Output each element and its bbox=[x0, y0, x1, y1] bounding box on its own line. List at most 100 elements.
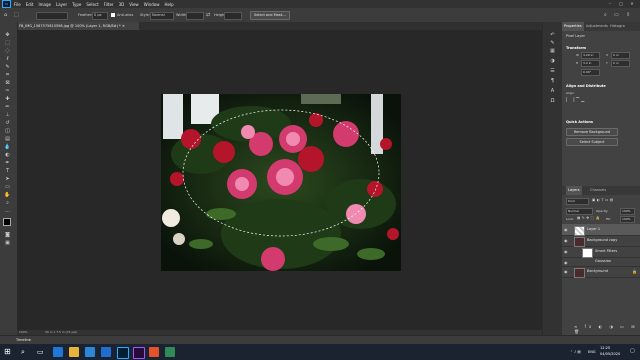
clock-date[interactable]: 04/05/2020 bbox=[600, 352, 620, 356]
type-tool-icon[interactable]: T bbox=[3, 168, 12, 174]
kind-filter[interactable]: Kind bbox=[566, 198, 589, 205]
align-buttons-icon[interactable]: ▏▕▔▁ bbox=[566, 97, 586, 102]
visibility-eye-icon[interactable]: ◉ bbox=[564, 260, 568, 265]
menu-view[interactable]: View bbox=[129, 2, 139, 7]
maximize-button[interactable]: □ bbox=[617, 1, 625, 7]
close-tab-icon[interactable]: ✕ bbox=[122, 24, 125, 28]
search-taskbar-icon[interactable]: ⌕ bbox=[21, 347, 25, 357]
store-icon[interactable] bbox=[85, 347, 95, 357]
hand-tool-icon[interactable]: ✋ bbox=[3, 192, 12, 198]
marquee-tool-icon[interactable]: ◌ bbox=[3, 48, 12, 54]
visibility-eye-icon[interactable]: ◉ bbox=[564, 249, 568, 254]
visibility-eye-icon[interactable]: ◉ bbox=[564, 238, 568, 243]
menu-image[interactable]: Image bbox=[38, 2, 51, 7]
menu-select[interactable]: Select bbox=[86, 2, 98, 7]
share-icon[interactable]: ⇪ bbox=[626, 12, 630, 18]
blend-mode-select[interactable]: Normal bbox=[566, 208, 593, 215]
select-subject-button[interactable]: Select Subject bbox=[566, 138, 618, 146]
quick-mask-icon[interactable]: ◙ bbox=[3, 232, 12, 238]
path-select-icon[interactable]: ➤ bbox=[3, 176, 12, 182]
quick-select-tool-icon[interactable]: ✎ bbox=[3, 64, 12, 70]
opacity-field[interactable]: 100% bbox=[620, 208, 635, 215]
zoom-tool-icon[interactable]: ⌕ bbox=[3, 200, 12, 206]
swatches-panel-icon[interactable]: ▦ bbox=[548, 48, 557, 54]
file-explorer-icon[interactable] bbox=[69, 347, 79, 357]
layer-row[interactable]: ◉ Background 🔒 bbox=[562, 266, 640, 278]
search-icon[interactable]: ⌕ bbox=[604, 12, 607, 18]
tray-icons[interactable]: ⌃ ♪ ▤ bbox=[570, 348, 581, 356]
marquee-tool-icon[interactable]: ⬚ bbox=[14, 12, 19, 18]
selection-mode-group[interactable] bbox=[36, 11, 68, 20]
eraser-tool-icon[interactable]: ◫ bbox=[3, 128, 12, 134]
layer-name[interactable]: Background copy bbox=[587, 235, 617, 246]
mail-icon[interactable] bbox=[101, 347, 111, 357]
close-window-button[interactable]: ✕ bbox=[628, 1, 636, 7]
paragraph-panel-icon[interactable]: ¶ bbox=[548, 78, 557, 84]
height-input[interactable] bbox=[224, 11, 242, 20]
layer-action-icons[interactable]: ∞ fx ◐ ◑ ▭ ⊞ 🗑 bbox=[574, 324, 640, 334]
move-tool-icon[interactable]: ✥ bbox=[3, 32, 12, 38]
notifications-icon[interactable]: ▢ bbox=[630, 348, 635, 354]
screen-mode-icon[interactable]: ▣ bbox=[3, 240, 12, 246]
more-tools-icon[interactable]: … bbox=[3, 208, 12, 214]
document-tab[interactable]: FB_IMG_1587575615598.jpg @ 100% (Layer 1… bbox=[17, 22, 139, 30]
menu-3d[interactable]: 3D bbox=[119, 2, 125, 7]
eyedropper-tool-icon[interactable]: ✑ bbox=[3, 88, 12, 94]
menu-help[interactable]: Help bbox=[164, 2, 173, 7]
app-taskbar-icon[interactable] bbox=[149, 347, 159, 357]
clone-stamp-icon[interactable]: ⊥ bbox=[3, 112, 12, 118]
timeline-tab[interactable]: Timeline bbox=[16, 337, 31, 344]
task-view-icon[interactable]: ▭ bbox=[37, 347, 44, 357]
menu-filter[interactable]: Filter bbox=[104, 2, 114, 7]
tab-histogram[interactable]: Histogra bbox=[610, 22, 625, 31]
x-field[interactable]: 0 in bbox=[611, 52, 630, 59]
premiere-taskbar-icon[interactable] bbox=[133, 347, 145, 359]
history-panel-icon[interactable]: ↶ bbox=[548, 32, 557, 38]
menu-file[interactable]: File bbox=[14, 2, 21, 7]
brush-panel-icon[interactable]: ✎ bbox=[548, 40, 557, 46]
angle-field[interactable]: 0.00° bbox=[581, 69, 600, 76]
height-field[interactable]: 3.0 in bbox=[581, 60, 600, 67]
blur-tool-icon[interactable]: 💧 bbox=[3, 144, 12, 150]
edge-icon[interactable] bbox=[53, 347, 63, 357]
app2-taskbar-icon[interactable] bbox=[165, 347, 175, 357]
menu-edit[interactable]: Edit bbox=[26, 2, 34, 7]
workspace-icon[interactable]: ▭ bbox=[614, 12, 619, 18]
lasso-tool-icon[interactable]: ℓ bbox=[3, 56, 12, 62]
antialias-checkbox[interactable] bbox=[111, 12, 115, 17]
libraries-panel-icon[interactable]: ☰ bbox=[548, 68, 557, 74]
gradient-tool-icon[interactable]: ▤ bbox=[3, 136, 12, 142]
language-indicator[interactable]: ENG bbox=[588, 348, 596, 356]
glyphs-panel-icon[interactable]: Ω bbox=[548, 98, 557, 104]
clock-time[interactable]: 12:25 bbox=[600, 346, 610, 350]
menu-layer[interactable]: Layer bbox=[56, 2, 67, 7]
document-image[interactable] bbox=[161, 94, 401, 271]
brush-tool-icon[interactable]: ✏ bbox=[3, 104, 12, 110]
width-field[interactable]: 4.29 in bbox=[581, 52, 600, 59]
layer-filter-icons[interactable]: ▣◐T▭▤ bbox=[592, 198, 615, 202]
start-icon[interactable]: ⊞ bbox=[4, 347, 11, 357]
pen-tool-icon[interactable]: ✒ bbox=[3, 160, 12, 166]
character-panel-icon[interactable]: A bbox=[548, 88, 557, 94]
layer-name[interactable]: Background bbox=[587, 266, 608, 277]
layer-name[interactable]: Smart Filters bbox=[595, 246, 617, 257]
photoshop-taskbar-icon[interactable] bbox=[117, 347, 129, 359]
frame-tool-icon[interactable]: ⊠ bbox=[3, 80, 12, 86]
foreground-color-swatch[interactable] bbox=[3, 218, 11, 226]
remove-background-button[interactable]: Remove Background bbox=[566, 128, 618, 136]
history-brush-icon[interactable]: ↺ bbox=[3, 120, 12, 126]
menu-window[interactable]: Window bbox=[144, 2, 160, 7]
menu-type[interactable]: Type bbox=[72, 2, 81, 7]
fill-field[interactable]: 100% bbox=[620, 216, 635, 223]
tab-channels[interactable]: Channels bbox=[590, 186, 606, 195]
y-field[interactable]: 0 in bbox=[611, 60, 630, 67]
dodge-tool-icon[interactable]: ◐ bbox=[3, 152, 12, 158]
layer-name[interactable]: Gaussian bbox=[595, 257, 611, 266]
shape-tool-icon[interactable]: ▭ bbox=[3, 184, 12, 190]
tab-properties[interactable]: Properties bbox=[562, 22, 584, 31]
select-and-mask-button[interactable]: Select and Mask... bbox=[250, 11, 290, 20]
minimize-button[interactable]: – bbox=[606, 1, 614, 7]
swap-icon[interactable]: ⇄ bbox=[206, 12, 210, 18]
width-input[interactable] bbox=[186, 11, 204, 20]
artboard-tool-icon[interactable]: ⬚ bbox=[3, 40, 12, 46]
